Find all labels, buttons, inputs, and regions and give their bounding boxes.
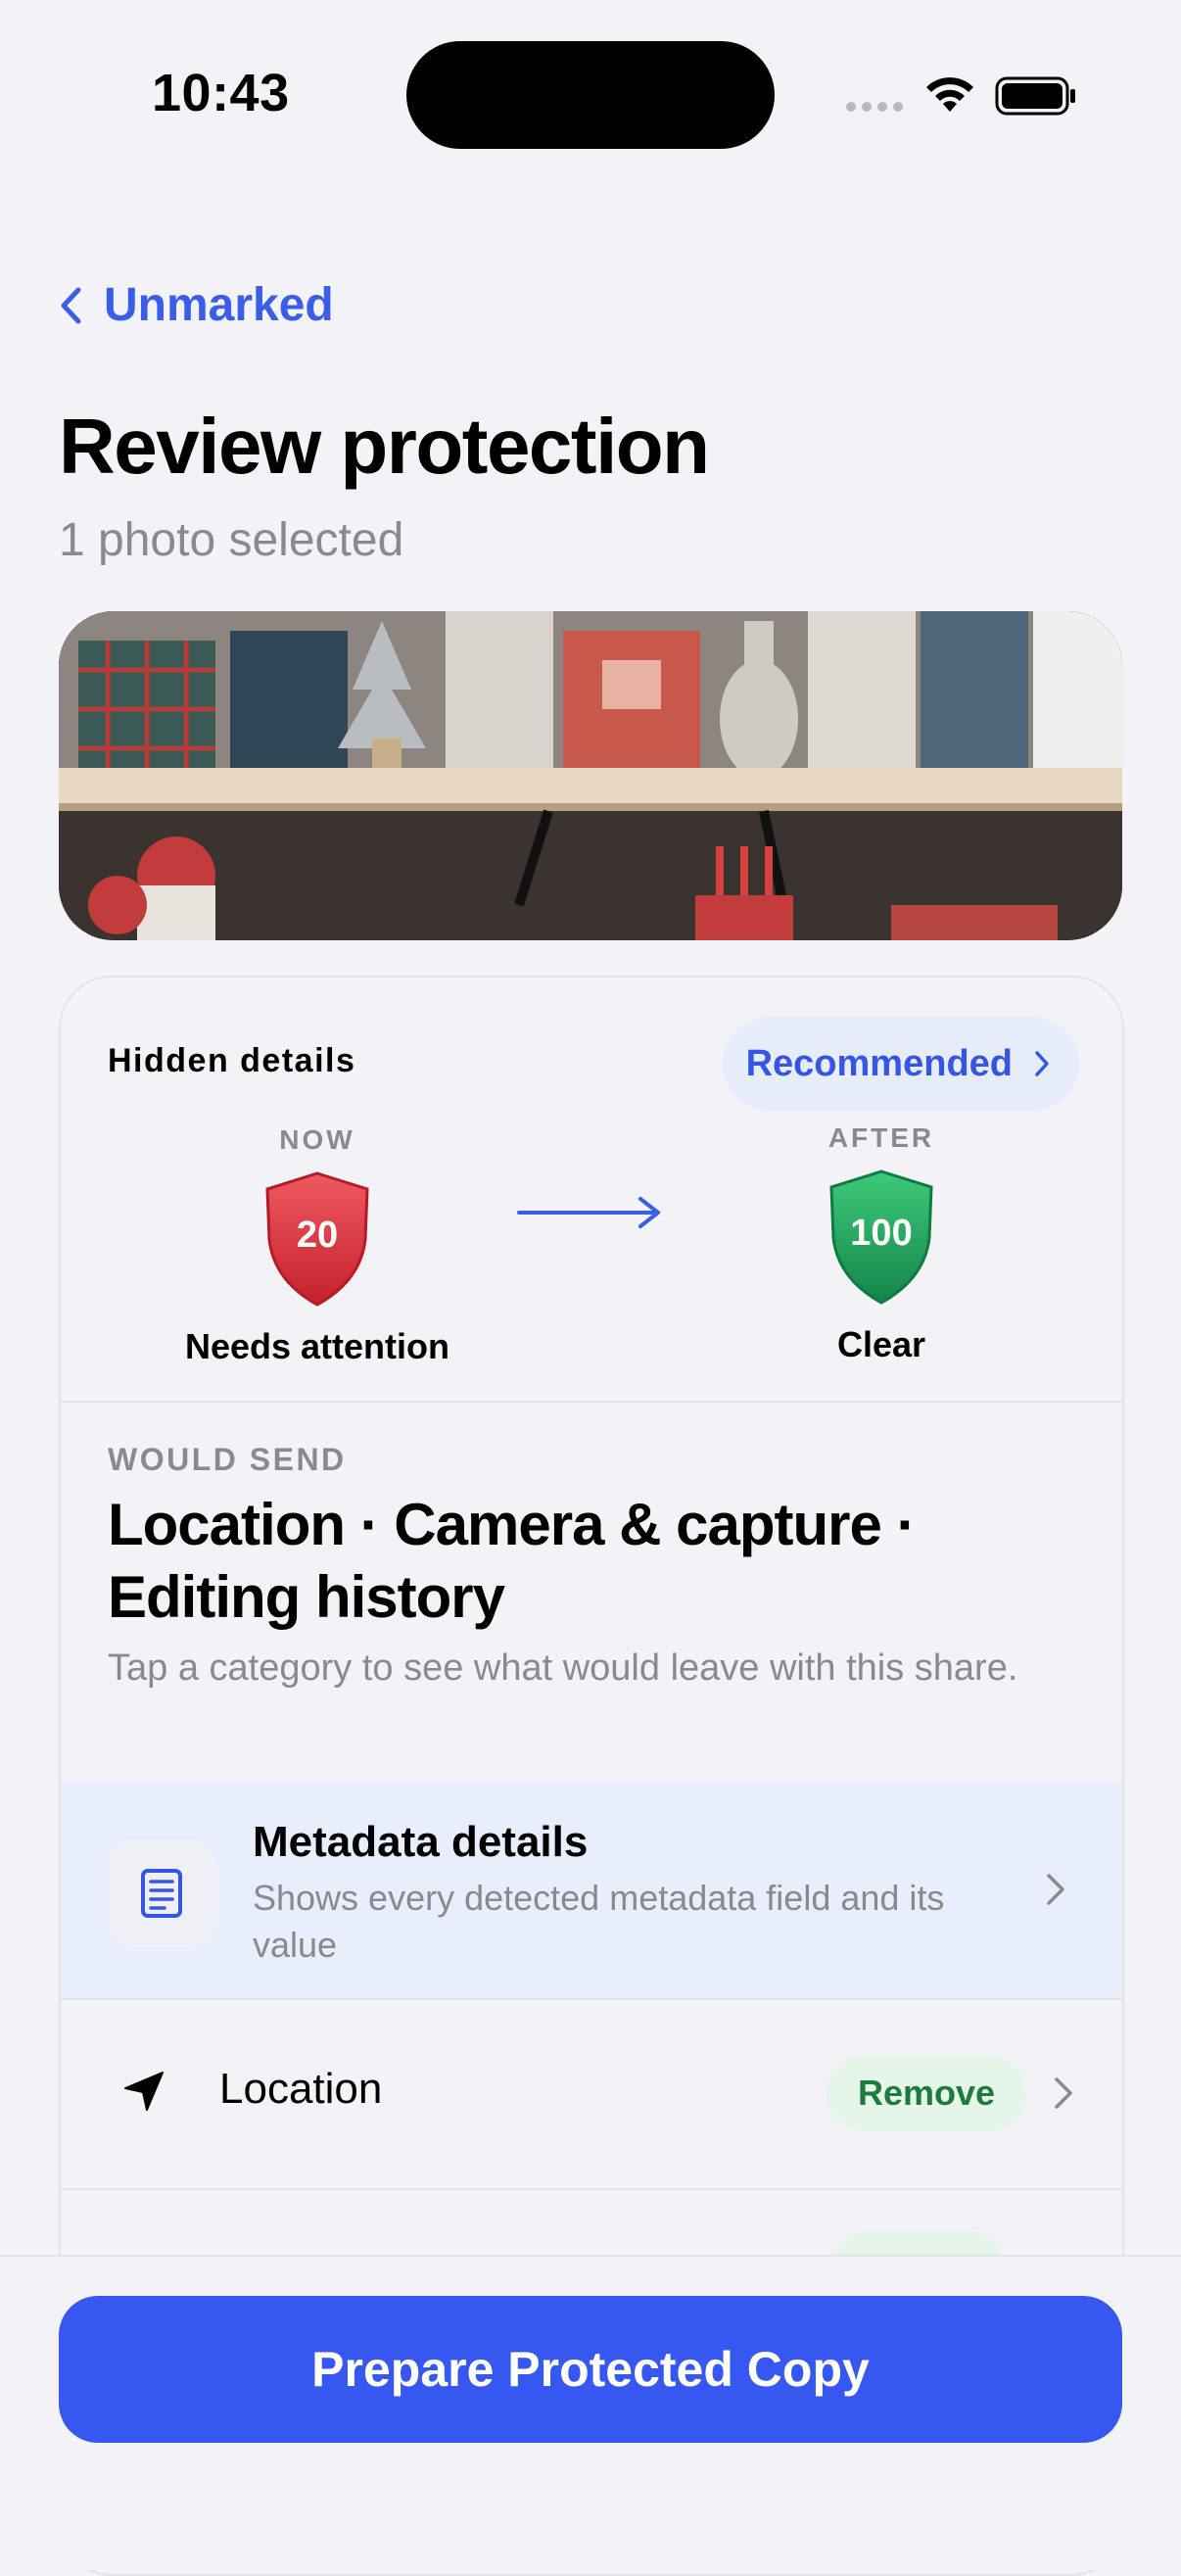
recommended-button[interactable]: Recommended: [722, 1017, 1079, 1111]
chevron-right-icon: [1055, 2077, 1072, 2109]
location-row[interactable]: Location Remove: [61, 2000, 1122, 2186]
score-after: AFTER 100 Clear: [705, 1122, 1058, 1365]
document-list-icon: [108, 1839, 215, 1947]
recommended-label: Recommended: [745, 1042, 1013, 1084]
page-title: Review protection: [59, 403, 710, 490]
score-after-status: Clear: [836, 1324, 926, 1364]
score-after-value: 100: [850, 1213, 913, 1254]
wifi-icon: [922, 74, 977, 120]
would-send-label: WOULD SEND: [108, 1442, 347, 1477]
back-button-label: Unmarked: [104, 279, 334, 331]
metadata-details-title: Metadata details: [253, 1818, 589, 1866]
prepare-protected-copy-button[interactable]: Prepare Protected Copy: [59, 2296, 1122, 2443]
chevron-left-icon: [61, 287, 81, 323]
dynamic-island: [406, 41, 775, 149]
location-arrow-icon: [124, 2072, 164, 2111]
would-send-title: Location · Camera & capture · Editing hi…: [108, 1492, 917, 1630]
location-label: Location: [219, 2065, 383, 2113]
divider: [61, 1401, 1122, 1403]
back-button[interactable]: Unmarked: [59, 278, 334, 332]
metadata-details-row[interactable]: Metadata details Shows every detected me…: [61, 1781, 1122, 1998]
score-now-status: Needs attention: [184, 1326, 450, 1366]
score-now: NOW 20 Needs attention: [141, 1124, 494, 1367]
would-send-description: Tap a category to see what would leave w…: [108, 1647, 1018, 1689]
score-after-label: AFTER: [827, 1122, 935, 1153]
metadata-details-description: Shows every detected metadata field and …: [253, 1878, 945, 1965]
score-now-value: 20: [296, 1215, 339, 1256]
arrow-right-icon: [517, 1193, 664, 1237]
status-bar: 10:43: [0, 0, 1181, 186]
chevron-right-icon: [1035, 1051, 1049, 1076]
cellular-signal-icon: [846, 102, 903, 112]
hidden-details-header: Hidden details: [108, 1042, 356, 1079]
bottom-action-bar: Prepare Protected Copy: [0, 2255, 1181, 2570]
remove-badge[interactable]: Remove: [827, 2055, 1027, 2131]
divider: [61, 2188, 1122, 2190]
battery-icon: [995, 76, 1077, 120]
photo-preview: [59, 611, 1122, 940]
chevron-right-icon: [1047, 1874, 1064, 1905]
score-now-label: NOW: [279, 1124, 355, 1155]
green-shield-icon: 100: [824, 1168, 939, 1307]
red-shield-icon: 20: [260, 1169, 375, 1309]
status-time: 10:43: [152, 64, 290, 122]
page-subtitle: 1 photo selected: [59, 514, 404, 566]
